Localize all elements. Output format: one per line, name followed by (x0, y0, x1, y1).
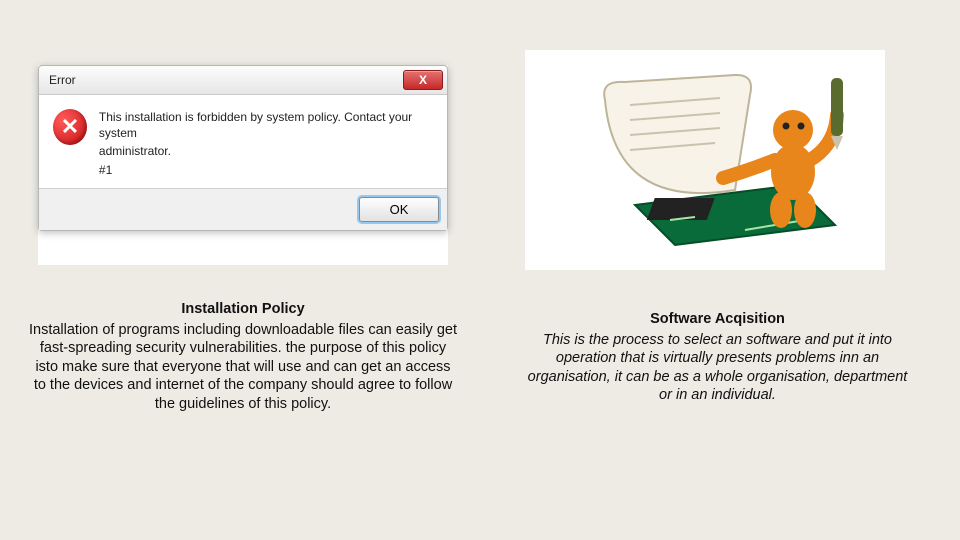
dialog-titlebar: Error X (39, 66, 447, 95)
error-dialog-image: Error X ✕ This installation is forbidden… (38, 65, 448, 265)
software-acquisition-heading: Software Acqisition (520, 310, 915, 329)
ok-button[interactable]: OK (359, 197, 439, 222)
dialog-message: This installation is forbidden by system… (99, 109, 433, 178)
software-acquisition-text: Software Acqisition This is the process … (520, 310, 915, 405)
installation-policy-heading: Installation Policy (28, 300, 458, 319)
acquisition-svg (545, 60, 865, 260)
error-icon-glyph: ✕ (61, 114, 79, 140)
close-button[interactable]: X (403, 70, 443, 90)
error-icon: ✕ (53, 109, 87, 145)
acquisition-illustration (525, 50, 885, 270)
dialog-message-line1: This installation is forbidden by system… (99, 109, 433, 141)
dialog-message-line3: #1 (99, 162, 433, 178)
dialog-message-line2: administrator. (99, 143, 433, 159)
dialog-title: Error (49, 73, 76, 87)
error-dialog: Error X ✕ This installation is forbidden… (38, 65, 448, 231)
software-acquisition-body: This is the process to select an softwar… (520, 331, 915, 405)
slide: Error X ✕ This installation is forbidden… (0, 0, 960, 540)
installation-policy-text: Installation Policy Installation of prog… (28, 300, 458, 413)
dialog-footer: OK (39, 188, 447, 230)
dialog-body: ✕ This installation is forbidden by syst… (39, 95, 447, 188)
close-icon: X (419, 73, 427, 87)
installation-policy-body: Installation of programs including downl… (28, 321, 458, 414)
